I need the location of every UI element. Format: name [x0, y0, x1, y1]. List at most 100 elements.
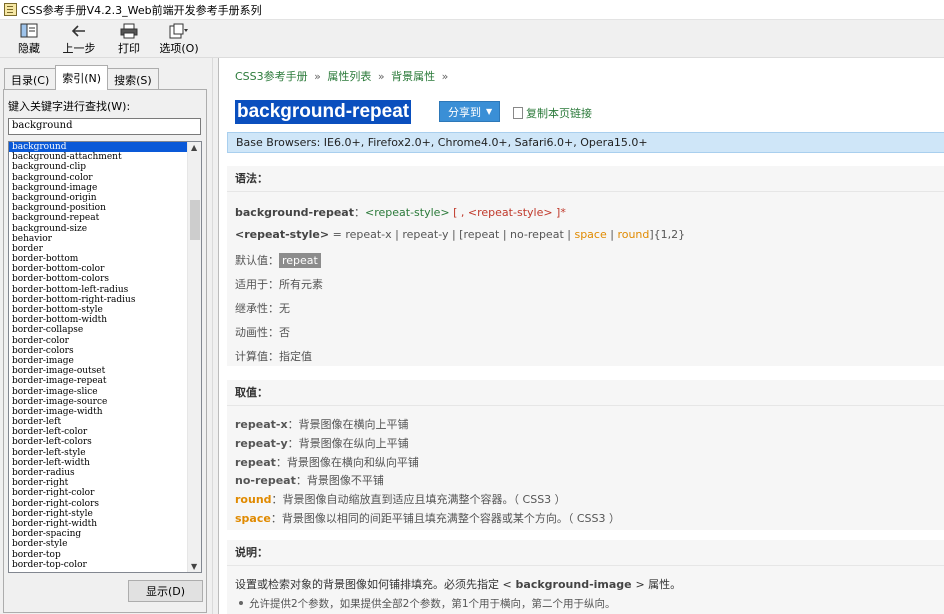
index-item[interactable]: border-spacing [9, 529, 189, 539]
index-item[interactable]: border-color [9, 336, 189, 346]
index-item[interactable]: background-repeat [9, 213, 189, 223]
index-item[interactable]: border-image [9, 356, 189, 366]
print-button[interactable]: 打印 [104, 20, 154, 56]
index-item[interactable]: border-bottom-width [9, 315, 189, 325]
syntax-section: 语法： background-repeat：<repeat-style> [ ,… [227, 166, 944, 366]
hide-button[interactable]: 隐藏 [4, 20, 54, 56]
index-item[interactable]: border-image-repeat [9, 376, 189, 386]
value-description: ：背景图像以相同的间距平铺且填充满整个容器或某个方向。（ CSS3 ） [270, 512, 620, 525]
index-item[interactable]: border-bottom-style [9, 305, 189, 315]
index-item[interactable]: border-image-width [9, 407, 189, 417]
browser-support: Base Browsers: IE6.0+, Firefox2.0+, Chro… [227, 132, 944, 153]
index-item[interactable]: border-top [9, 550, 189, 560]
index-item[interactable]: background-position [9, 203, 189, 213]
back-arrow-icon [71, 22, 87, 39]
index-item[interactable]: border-colors [9, 346, 189, 356]
index-item[interactable]: border-left-style [9, 448, 189, 458]
window-title: CSS参考手册V4.2.3_Web前端开发参考手册系列 [21, 3, 262, 17]
index-item[interactable]: border-left [9, 417, 189, 427]
value-item: repeat-x：背景图像在横向上平铺 [235, 416, 409, 432]
index-item[interactable]: border-image-slice [9, 387, 189, 397]
toolbar: 隐藏 上一步 打印 选项(O) [0, 20, 944, 58]
syntax-heading: 语法： [227, 166, 944, 192]
index-item[interactable]: border-bottom-left-radius [9, 285, 189, 295]
scroll-thumb[interactable] [190, 200, 200, 240]
index-panel: 键入关键字进行查找(W): background background backg… [3, 89, 207, 613]
hide-icon [20, 22, 38, 39]
index-item[interactable]: background-image [9, 183, 189, 193]
scroll-up-icon[interactable]: ▲ [191, 143, 197, 152]
index-item[interactable]: border-right-style [9, 509, 189, 519]
index-item[interactable]: border-left-color [9, 427, 189, 437]
index-item[interactable]: background [9, 142, 189, 153]
index-item[interactable]: border-right [9, 478, 189, 488]
breadcrumb: CSS3参考手册 » 属性列表 » 背景属性 » [235, 68, 451, 84]
tab-index[interactable]: 索引(N) [55, 65, 109, 90]
copy-link[interactable]: 复制本页链接 [513, 105, 592, 121]
index-item[interactable]: border-bottom-colors [9, 274, 189, 284]
index-item[interactable]: border-left-colors [9, 437, 189, 447]
chevron-down-icon: ▼ [486, 107, 493, 116]
value-keyword: round [235, 493, 272, 507]
breadcrumb-link[interactable]: CSS3参考手册 [235, 70, 308, 83]
index-item[interactable]: border-bottom-right-radius [9, 295, 189, 305]
index-item[interactable]: background-origin [9, 193, 189, 203]
default-value-row: 默认值： repeat [235, 252, 321, 268]
share-button[interactable]: 分享到 ▼ [439, 101, 500, 122]
index-item[interactable]: border-image-source [9, 397, 189, 407]
index-item[interactable]: border-right-color [9, 488, 189, 498]
index-item[interactable]: border-bottom-color [9, 264, 189, 274]
value-item: space：背景图像以相同的间距平铺且填充满整个容器或某个方向。（ CSS3 ） [235, 510, 620, 526]
breadcrumb-link[interactable]: 属性列表 [327, 70, 371, 83]
index-item[interactable]: border-left-width [9, 458, 189, 468]
breadcrumb-separator: » [314, 70, 321, 83]
bullet-icon [239, 601, 243, 605]
index-item[interactable]: border-bottom [9, 254, 189, 264]
value-description: ：背景图像不平铺 [295, 474, 384, 488]
value-description: ：背景图像在横向上平铺 [287, 418, 409, 431]
index-item[interactable]: background-clip [9, 162, 189, 172]
index-item[interactable]: border-collapse [9, 325, 189, 335]
tab-contents[interactable]: 目录(C) [4, 68, 57, 90]
help-book-icon [4, 3, 17, 16]
index-list[interactable]: background background-attachment backgroun… [8, 141, 202, 573]
index-item[interactable]: border-style [9, 539, 189, 549]
back-button[interactable]: 上一步 [54, 20, 104, 56]
repeat-style-link[interactable]: <repeat-style> [365, 206, 450, 219]
value-item: round：背景图像自动缩放直到适应且填充满整个容器。（ CSS3 ） [235, 491, 566, 507]
breadcrumb-link[interactable]: 背景属性 [391, 70, 435, 83]
index-item[interactable]: background-attachment [9, 152, 189, 162]
article-pane: CSS3参考手册 » 属性列表 » 背景属性 » background-repe… [218, 58, 944, 614]
index-item[interactable]: behavior [9, 234, 189, 244]
notes-bullet: 允许提供2个参数，如果提供全部2个参数，第1个用于横向，第二个用于纵向。 [235, 596, 616, 611]
index-item[interactable]: border [9, 244, 189, 254]
index-items: background background-attachment backgroun… [9, 142, 189, 570]
index-item[interactable]: border-top-color [9, 560, 189, 570]
index-item[interactable]: border-image-outset [9, 366, 189, 376]
value-description: ：背景图像在横向和纵向平铺 [275, 455, 419, 469]
index-item[interactable]: background-size [9, 224, 189, 234]
keyword-input[interactable]: background [8, 118, 201, 135]
value-description: ：背景图像自动缩放直到适应且填充满整个容器。（ CSS3 ） [271, 493, 566, 507]
syntax-line: background-repeat：<repeat-style> [ , <re… [235, 206, 566, 219]
index-item[interactable]: background-color [9, 173, 189, 183]
value-item: repeat-y：背景图像在纵向上平铺 [235, 435, 409, 451]
index-scrollbar[interactable]: ▲ ▼ [187, 142, 201, 572]
index-item[interactable]: border-radius [9, 468, 189, 478]
tab-search[interactable]: 搜索(S) [107, 68, 159, 90]
index-item[interactable]: border-right-colors [9, 499, 189, 509]
computed-value-row: 计算值：指定值 [235, 350, 312, 363]
values-section: 取值： repeat-x：背景图像在横向上平铺 repeat-y：背景图像在纵向上… [227, 380, 944, 530]
keyword-label: 键入关键字进行查找(W): [8, 100, 131, 113]
scroll-down-icon[interactable]: ▼ [191, 562, 197, 571]
printer-icon [120, 22, 138, 39]
value-keyword: no-repeat [235, 474, 296, 488]
notes-section: 说明： 设置或检索对象的背景图像如何铺排填充。必须先指定 < backgroun… [227, 540, 944, 614]
breadcrumb-separator: » [441, 70, 449, 83]
background-image-link[interactable]: background-image [512, 578, 636, 591]
show-button[interactable]: 显示(D) [128, 580, 203, 602]
value-keyword: repeat [235, 455, 276, 469]
options-button[interactable]: 选项(O) [154, 20, 204, 56]
index-item[interactable]: border-right-width [9, 519, 189, 529]
nav-tabs: 目录(C) 索引(N) 搜索(S) [4, 65, 159, 90]
